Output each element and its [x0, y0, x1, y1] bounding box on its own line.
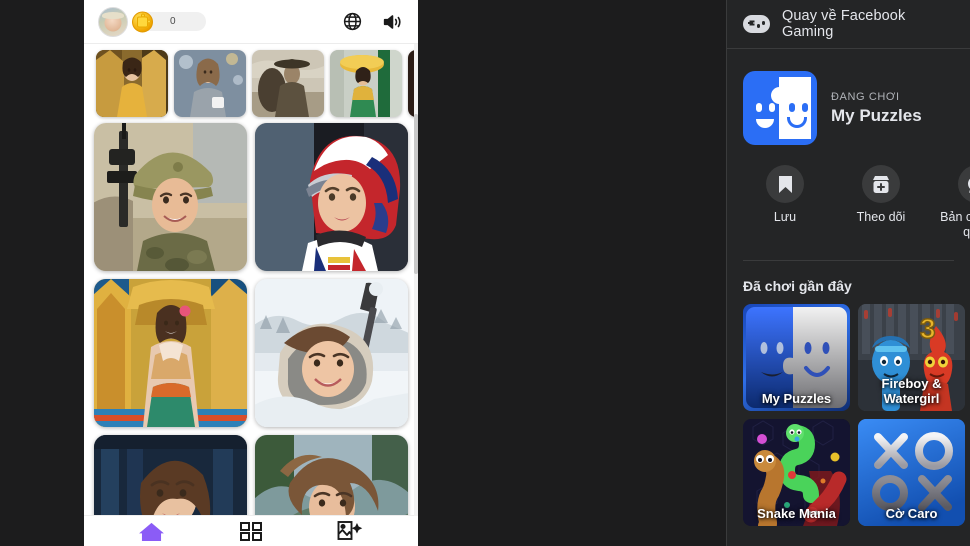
updates-button[interactable]: Bản cập nhật quan [929, 165, 970, 240]
top-bar-actions [340, 10, 404, 34]
follow-button-label: Theo dõi [856, 210, 906, 224]
coin-balance-pill[interactable]: 0 [132, 11, 206, 32]
updates-button-label: Bản cập nhật quan [940, 210, 970, 239]
globe-icon[interactable] [340, 10, 364, 34]
app-bottom-nav [84, 515, 418, 546]
photo-card-pilot-woman[interactable] [255, 123, 408, 271]
app-scroll-body[interactable] [84, 44, 418, 515]
nav-home[interactable] [135, 518, 169, 544]
recent-game-label: Cờ Caro [885, 506, 938, 521]
back-to-facebook-gaming[interactable]: Quay về Facebook Gaming [727, 0, 970, 49]
photo-grid-row [94, 123, 408, 271]
sidebar-header-title: Quay về Facebook Gaming [782, 8, 906, 40]
nav-templates[interactable] [234, 518, 268, 544]
avatar-hat [102, 11, 124, 19]
grid-icon [239, 521, 262, 541]
style-thumbnail-strip[interactable] [84, 44, 418, 123]
now-playing-section[interactable]: ĐANG CHƠI My Puzzles [727, 49, 970, 145]
now-playing-text: ĐANG CHƠI My Puzzles [831, 91, 922, 126]
photo-card-windswept-mountain[interactable] [255, 435, 408, 515]
style-thumb-winter-coffee[interactable] [174, 50, 246, 117]
facebook-gaming-sidebar: Quay về Facebook Gaming ĐANG CHƠI My Puz… [726, 0, 970, 546]
follow-button[interactable]: Theo dõi [833, 165, 929, 240]
nav-create[interactable] [333, 518, 367, 544]
app-scrollbar-thumb[interactable] [414, 114, 418, 274]
photo-grid-row [94, 435, 408, 515]
home-icon [139, 522, 165, 541]
svg-text:3: 3 [920, 313, 936, 344]
photo-card-soldier-woman[interactable] [94, 123, 247, 271]
photo-grid [84, 123, 418, 515]
add-to-collection-icon [873, 175, 889, 193]
save-button[interactable]: Lưu [737, 165, 833, 240]
style-thumb-cowboy-sepia[interactable] [252, 50, 324, 117]
save-button-label: Lưu [773, 210, 797, 224]
recently-played-title: Đã chơi gần đây [743, 278, 852, 294]
recently-played-grid: My Puzzles 3 Fireboy & Watergirl Snake M… [727, 304, 970, 526]
puzzle-coin-icon [132, 11, 153, 32]
now-playing-label: ĐANG CHƠI [831, 90, 900, 103]
style-thumb-thai-traditional-gold[interactable] [96, 50, 168, 117]
photo-grid-row [94, 279, 408, 427]
now-playing-game-name: My Puzzles [831, 105, 922, 125]
image-sparkle-icon [337, 521, 363, 540]
photo-card-snow-selfie-woman[interactable] [255, 279, 408, 427]
game-action-buttons: Lưu Theo dõi Bản q [727, 145, 970, 240]
recent-game-label: Snake Mania [757, 506, 836, 521]
mobile-app-panel: 0 [84, 0, 418, 546]
photo-card-portrait-columns[interactable] [94, 435, 247, 515]
gamepad-icon [743, 15, 770, 33]
recent-game-co-caro[interactable]: Cờ Caro [858, 419, 965, 526]
avatar[interactable] [98, 6, 128, 37]
speaker-icon[interactable] [380, 10, 404, 34]
recent-game-snake-mania[interactable]: Snake Mania [743, 419, 850, 526]
recent-game-label: My Puzzles [761, 391, 832, 406]
follow-button-circle [862, 165, 900, 203]
style-thumb-thai-parasol-street[interactable] [330, 50, 402, 117]
coin-count: 0 [170, 16, 176, 27]
app-top-bar: 0 [84, 0, 418, 44]
app-scrollbar-track[interactable] [414, 44, 418, 516]
recent-game-fireboy-watergirl[interactable]: 3 Fireboy & Watergirl [858, 304, 965, 411]
recent-game-label: Fireboy & Watergirl [881, 376, 942, 406]
my-puzzles-icon [743, 71, 817, 145]
recent-game-my-puzzles[interactable]: My Puzzles [743, 304, 850, 411]
save-button-circle [766, 165, 804, 203]
screen-root: 0 Quay về Facebook Gaming ĐANG CHƠI My P… [0, 0, 970, 546]
photo-card-thai-temple-woman[interactable] [94, 279, 247, 427]
bookmark-icon [778, 175, 792, 193]
updates-button-circle [958, 165, 970, 203]
